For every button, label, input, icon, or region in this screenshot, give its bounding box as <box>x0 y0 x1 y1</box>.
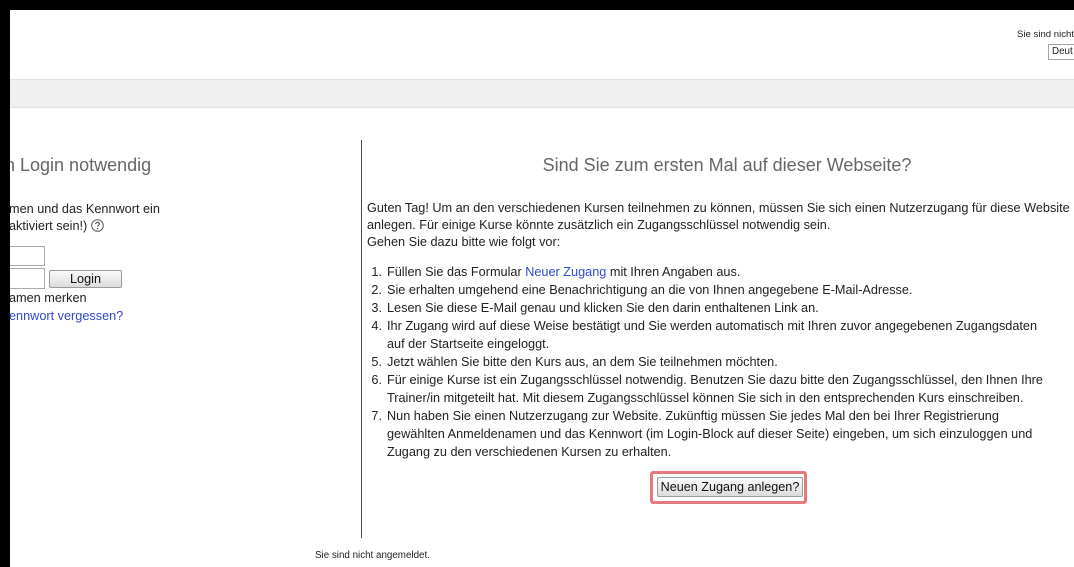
signup-step-7: 7. Nun haben Sie einen Nutzerzugang zur … <box>367 407 1074 461</box>
step-line: Lesen Sie diese E-Mail genau und klicken… <box>387 301 819 315</box>
step-line: Sie erhalten umgehend eine Benachrichtig… <box>387 283 913 297</box>
signup-step-6: 6. Für einige Kurse ist ein Zugangsschlü… <box>367 371 1074 407</box>
step-line: auf der Startseite eingeloggt. <box>387 337 550 351</box>
step-text: Füllen Sie das Formular <box>387 265 526 279</box>
intro-line: Gehen Sie dazu bitte wie folgt vor: <box>367 235 561 249</box>
step-line: Für einige Kurse ist ein Zugangsschlüsse… <box>387 373 1043 387</box>
step-number: 1. <box>371 265 382 279</box>
new-account-link[interactable]: Neuer Zugang <box>525 265 606 279</box>
step-line: Füllen Sie das Formular Neuer Zugang mit… <box>387 263 1074 281</box>
step-line: Ihr Zugang wird auf diese Weise bestätig… <box>387 319 1038 333</box>
signup-step-3: 3. Lesen Sie diese E-Mail genau und klic… <box>367 299 1074 317</box>
step-line: Zugang zu den verschiedenen Kursen zu er… <box>387 445 672 459</box>
signup-intro: Guten Tag! Um an den verschiedenen Kurse… <box>367 200 1074 251</box>
signup-heading: Sind Sie zum ersten Mal auf dieser Webse… <box>542 155 912 175</box>
forgot-password-link[interactable]: ennwort vergessen? <box>9 308 123 324</box>
create-account-button[interactable]: Neuen Zugang anlegen? <box>657 477 803 497</box>
step-text: mit Ihren Angaben aus. <box>606 265 741 279</box>
frame-left-bar <box>0 0 10 567</box>
language-select[interactable]: Deut <box>1048 44 1074 60</box>
footer-login-status: Sie sind nicht angemeldet. <box>315 550 430 561</box>
login-instruction-text: aktiviert sein!) <box>9 219 88 233</box>
navbar <box>10 79 1074 108</box>
intro-line: Guten Tag! Um an den verschiedenen Kurse… <box>367 201 1070 215</box>
signup-step-5: 5. Jetzt wählen Sie bitte den Kurs aus, … <box>367 353 1074 371</box>
step-number: 6. <box>371 373 382 387</box>
login-instruction-line-2: aktiviert sein!) <box>9 218 160 235</box>
step-line: Trainer/in mitgeteilt hat. Mit diesem Zu… <box>387 391 1024 405</box>
intro-line: anlegen. Für einige Kurse könnte zusätzl… <box>367 218 831 232</box>
frame-top-bar <box>0 0 1074 10</box>
step-line: gewählten Anmeldenamen und das Kennwort … <box>387 427 1033 441</box>
login-heading: n Login notwendig <box>5 155 152 175</box>
step-number: 3. <box>371 301 382 315</box>
step-number: 4. <box>371 319 382 333</box>
step-number: 7. <box>371 409 382 423</box>
header-login-status: Sie sind nicht <box>1017 29 1074 40</box>
signup-steps: 1. Füllen Sie das Formular Neuer Zugang … <box>367 263 1074 461</box>
step-line: Jetzt wählen Sie bitte den Kurs aus, an … <box>387 355 778 369</box>
signup-step-4: 4. Ihr Zugang wird auf diese Weise bestä… <box>367 317 1074 353</box>
step-line: Nun haben Sie einen Nutzerzugang zur Web… <box>387 409 999 423</box>
step-number: 2. <box>371 283 382 297</box>
column-divider <box>361 140 362 538</box>
step-number: 5. <box>371 355 382 369</box>
signup-step-2: 2. Sie erhalten umgehend eine Benachrich… <box>367 281 1074 299</box>
login-instruction-line: men und das Kennwort ein <box>9 202 160 216</box>
login-button[interactable]: Login <box>49 270 122 288</box>
help-icon[interactable] <box>91 219 105 232</box>
signup-step-1: 1. Füllen Sie das Formular Neuer Zugang … <box>367 263 1074 281</box>
remember-username-label[interactable]: amen merken <box>9 290 87 306</box>
login-instructions: men und das Kennwort ein aktiviert sein!… <box>9 201 160 235</box>
